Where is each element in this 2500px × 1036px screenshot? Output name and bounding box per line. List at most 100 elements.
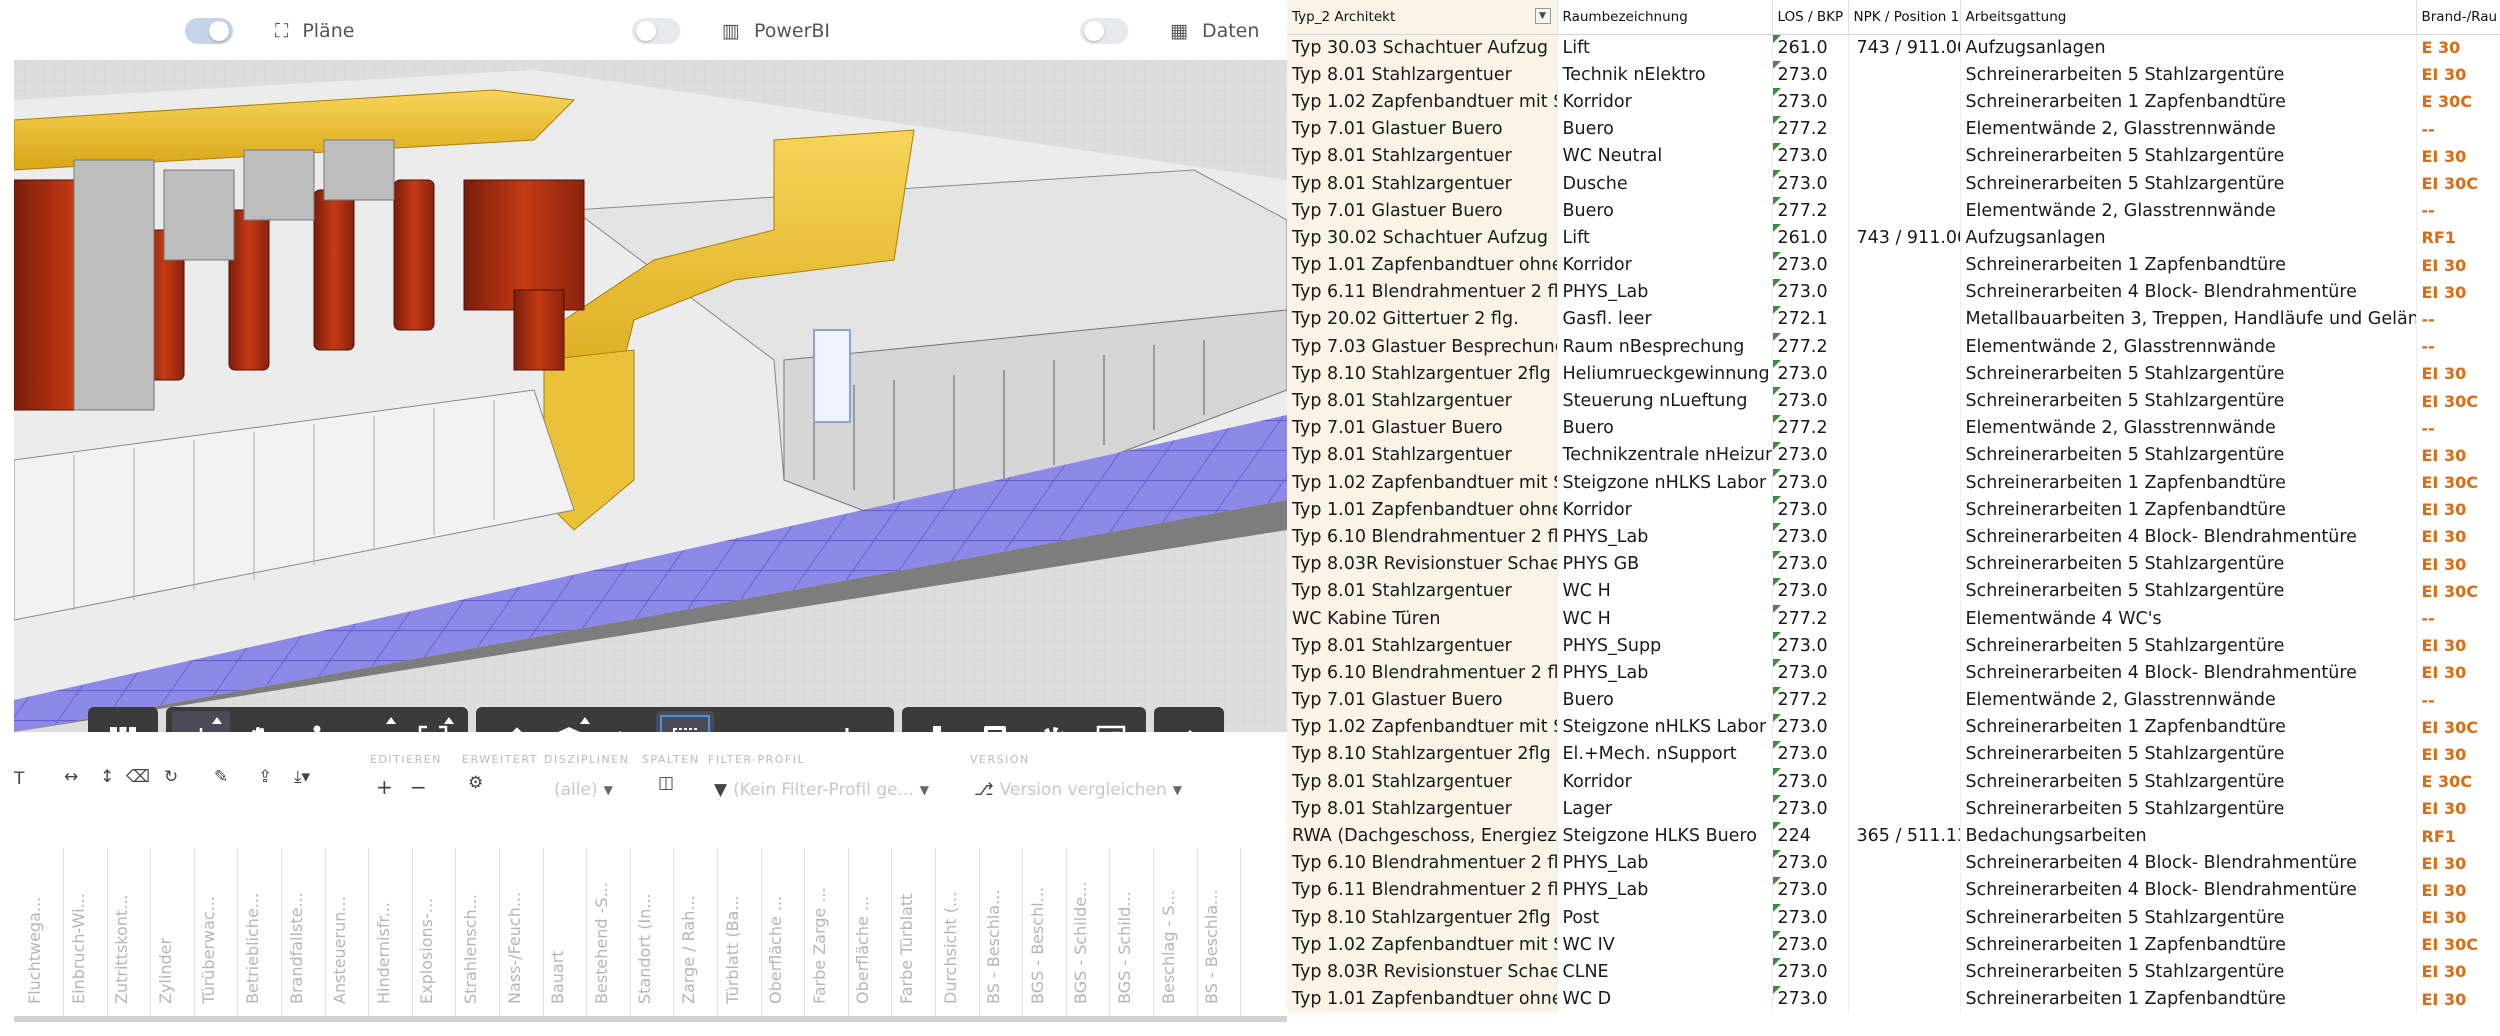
column-header[interactable]: NPK / Position 1 [1848,0,1961,35]
table-row[interactable]: Typ 7.01 Glastuer Buero Buero 277.2 Element… [1287,197,2500,225]
grid-column-header[interactable]: Bauart [545,848,588,1016]
table-row[interactable]: Typ 8.01 Stahlzargentuer WC Neutral 273.0 S… [1287,142,2500,170]
table-cell[interactable]: 273.0 [1772,441,1849,469]
table-row[interactable]: Typ 8.01 Stahlzargentuer Technikzentrale … [1287,441,2500,469]
table-cell[interactable]: Schreinerarbeiten 5 Stahlzargentüre [1960,740,2417,769]
settings-small-icon[interactable]: ⚙ [468,773,483,793]
table-cell[interactable]: 273.0 [1772,88,1849,116]
horizontal-scrollbar[interactable] [14,1016,1287,1022]
table-row[interactable]: Typ 8.01 Stahlzargentuer PHYS_Supp 273.0 Sc… [1287,632,2500,660]
table-cell[interactable]: 273.0 [1772,169,1849,198]
table-cell[interactable] [1848,305,1961,334]
table-cell[interactable]: Typ 1.02 Zapfenbandtuer mit Sch [1287,931,1558,959]
table-cell[interactable]: Korridor [1557,768,1773,796]
upload-icon[interactable]: ⇪ [258,767,272,787]
remove-button[interactable]: − [410,775,427,799]
table-cell[interactable] [1848,876,1961,904]
table-row[interactable]: Typ 7.01 Glastuer Buero Buero 277.2 Element… [1287,115,2500,143]
grid-column-header[interactable]: Türüberwac... [196,848,239,1016]
table-cell[interactable]: EI 30 [2416,441,2500,469]
table-row[interactable]: Typ 1.01 Zapfenbandtuer ohne S Korridor 27… [1287,251,2500,279]
disziplinen-select[interactable]: (alle) ▼ [554,775,613,805]
table-row[interactable]: Typ 7.01 Glastuer Buero Buero 277.2 Element… [1287,686,2500,714]
grid-column-header[interactable]: Beschlag - S... [1156,848,1198,1016]
table-cell[interactable]: 273.0 [1772,496,1849,524]
table-cell[interactable]: Schreinerarbeiten 1 Zapfenbandtüre [1960,496,2417,524]
table-cell[interactable]: 273.0 [1772,142,1849,170]
table-cell[interactable]: 277.2 [1772,414,1849,442]
table-row[interactable]: Typ 8.03R Revisionstuer Schaech CLNE 273.0… [1287,958,2500,986]
table-cell[interactable]: Schreinerarbeiten 5 Stahlzargentüre [1960,632,2417,660]
table-row[interactable]: Typ 8.10 Stahlzargentuer 2flg El.+Mech. n… [1287,740,2500,769]
table-cell[interactable] [1848,197,1961,225]
table-row[interactable]: WC Kabine Türen WC H 277.2 Elementwände 4 W… [1287,604,2500,633]
grid-column-header[interactable]: Strahlensch... [458,848,500,1016]
grid-column-header[interactable]: Oberfläche ... [850,848,893,1016]
table-cell[interactable] [1848,604,1961,633]
section-box-icon[interactable] [540,711,598,732]
table-cell[interactable]: Korridor [1557,251,1773,279]
table-row[interactable]: Typ 6.10 Blendrahmentuer 2 flg. PHYS_Lab 2… [1287,849,2500,877]
grid-column-header[interactable]: Durchsicht (... [938,848,980,1016]
table-cell[interactable]: 273.0 [1772,713,1849,741]
table-cell[interactable]: Elementwände 2, Glasstrennwände [1960,115,2417,143]
orbit-icon[interactable] [172,711,230,732]
table-cell[interactable]: 743 / 911.005 [1848,34,1961,62]
table-cell[interactable]: 277.2 [1772,333,1849,361]
table-cell[interactable]: -- [2416,115,2500,143]
table-cell[interactable]: Schreinerarbeiten 5 Stahlzargentüre [1960,61,2417,89]
tab-daten[interactable]: ▦ Daten [1080,16,1259,46]
table-cell[interactable]: PHYS_Lab [1557,523,1773,551]
table-cell[interactable]: Typ 8.01 Stahlzargentuer [1287,61,1558,89]
resize-horizontal-icon[interactable]: ↔ [64,767,78,787]
table-cell[interactable]: Steuerung nLueftung [1557,387,1773,415]
column-header[interactable]: Raumbezeichnung [1557,0,1773,35]
table-cell[interactable]: Schreinerarbeiten 1 Zapfenbandtüre [1960,88,2417,116]
table-cell[interactable]: EI 30C [2416,577,2500,605]
table-cell[interactable]: Steigzone nHLKS Labor [1557,469,1773,497]
resize-vertical-icon[interactable]: ↕ [100,767,114,787]
frame-select-icon[interactable] [656,711,714,732]
grid-column-header[interactable]: Farbe Zarge ... [807,848,849,1016]
grid-column-header[interactable]: Brandfallste... [284,848,326,1016]
table-cell[interactable]: Elementwände 2, Glasstrennwände [1960,197,2417,225]
table-cell[interactable]: Aufzugsanlagen [1960,34,2417,62]
table-row[interactable]: Typ 8.01 Stahlzargentuer Lager 273.0 Schrei… [1287,795,2500,823]
minus-icon[interactable] [772,711,830,732]
grid-column-header[interactable]: Farbe Türblatt [894,848,936,1016]
table-cell[interactable]: EI 30 [2416,632,2500,660]
table-row[interactable]: Typ 7.01 Glastuer Buero Buero 277.2 Element… [1287,414,2500,442]
grid-column-header[interactable]: Zylinder [153,848,195,1016]
table-cell[interactable]: Typ 7.01 Glastuer Buero [1287,414,1558,442]
table-cell[interactable]: PHYS_Lab [1557,876,1773,904]
grid-column-header[interactable]: Betriebliche... [240,848,282,1016]
3d-model-canvas[interactable] [14,60,1287,732]
filter-profile-select[interactable]: ▼ (Kein Filter-Profil ge... ▼ [714,775,929,805]
table-cell[interactable]: Schreinerarbeiten 5 Stahlzargentüre [1960,441,2417,469]
table-cell[interactable]: PHYS_Supp [1557,632,1773,660]
table-cell[interactable]: Typ 7.03 Glastuer Besprechungsr [1287,333,1558,361]
grid-column-header[interactable]: Zutrittskont... [109,848,152,1016]
table-cell[interactable] [1848,550,1961,578]
table-row[interactable]: Typ 6.11 Blendrahmentuer 2 flg. PHYS_Lab 2… [1287,876,2500,904]
table-cell[interactable]: Typ 8.01 Stahlzargentuer [1287,632,1558,660]
table-cell[interactable]: 273.0 [1772,931,1849,959]
table-cell[interactable]: EI 30C [2416,931,2500,959]
settings-gear-icon[interactable] [1024,711,1082,732]
version-select[interactable]: ⎇ Version vergleichen ▼ [974,775,1182,805]
table-cell[interactable]: Lager [1557,795,1773,823]
column-header[interactable]: Typ_2 Architekt ▼ [1287,0,1558,35]
table-cell[interactable]: 273.0 [1772,469,1849,497]
table-cell[interactable]: 365 / 511.138 [1848,822,1961,850]
hide-eye-icon[interactable] [714,711,772,732]
table-cell[interactable]: Typ 8.01 Stahlzargentuer [1287,142,1558,170]
add-button[interactable]: + [376,775,393,799]
table-cell[interactable]: Typ 7.01 Glastuer Buero [1287,686,1558,714]
table-cell[interactable]: E 30C [2416,88,2500,116]
table-row[interactable]: Typ 1.02 Zapfenbandtuer mit Sch Korridor 2… [1287,88,2500,116]
table-cell[interactable] [1848,278,1961,306]
table-cell[interactable] [1848,523,1961,551]
table-cell[interactable]: -- [2416,604,2500,633]
table-cell[interactable]: Schreinerarbeiten 4 Block- Blendrahmentü… [1960,278,2417,306]
table-cell[interactable]: PHYS GB [1557,550,1773,578]
